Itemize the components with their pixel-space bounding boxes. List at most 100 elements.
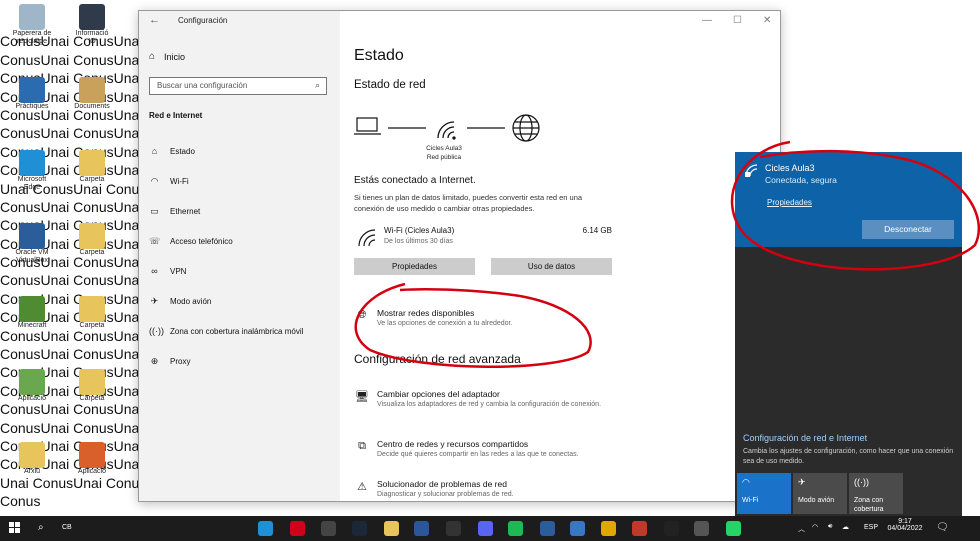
data-usage-button[interactable]: Uso de datos xyxy=(491,258,612,275)
desktop-icon[interactable]: Carpeta xyxy=(72,369,112,409)
epic-games-icon[interactable] xyxy=(446,521,461,536)
file-explorer-icon[interactable] xyxy=(384,521,399,536)
connected-heading: Estás conectado a Internet. xyxy=(354,175,476,186)
airplane-mode-tile[interactable]: ✈︎ Modo avión xyxy=(793,473,847,514)
language-indicator[interactable]: ESP xyxy=(864,524,878,531)
desktop-icon[interactable]: Informació IO xyxy=(72,4,112,45)
airplane-icon: ✈︎ xyxy=(798,477,806,487)
sidebar-item-estado[interactable]: ⌂ Estado xyxy=(149,144,339,158)
maximize-icon[interactable]: ☐ xyxy=(733,15,742,26)
flyout-network-status: Conectada, segura xyxy=(765,175,837,185)
desktop-icon[interactable]: Carpeta xyxy=(72,150,112,190)
wifi-icon xyxy=(437,121,456,140)
sidebar-item-proxy[interactable]: ⊕ Proxy xyxy=(149,354,339,368)
wifi-tile[interactable]: ◠ Wi-Fi xyxy=(737,473,791,514)
sidebar-item-wi-fi[interactable]: ◠ Wi-Fi xyxy=(149,174,339,188)
tray-volume-icon[interactable]: 🔊︎ xyxy=(828,523,832,531)
app-icon[interactable] xyxy=(570,521,585,536)
desktop-icon[interactable]: Documents xyxy=(72,77,112,117)
edge-icon[interactable] xyxy=(258,521,273,536)
globe-icon: ⊕ xyxy=(150,355,159,366)
sidebar-item-vpn[interactable]: ∞ VPN xyxy=(149,264,339,278)
clock-date: 04/04/2022 xyxy=(887,525,923,532)
flyout-properties-link[interactable]: Propiedades xyxy=(767,198,812,207)
desktop-icon[interactable]: Arxiu xyxy=(12,442,52,482)
capcut-icon[interactable] xyxy=(664,521,679,536)
desktop-icon-label: Oracle VM VirtualBox xyxy=(15,249,49,264)
desktop-icon[interactable]: Paperera de reciclatge xyxy=(12,4,52,45)
desktop-icon[interactable]: Oracle VM VirtualBox xyxy=(12,223,52,264)
desktop-icon-label: Minecraft xyxy=(17,322,47,329)
sidebar-item-label: VPN xyxy=(170,266,187,276)
adapter-options-link[interactable]: 🖥︎ Cambiar opciones del adaptador Visual… xyxy=(354,389,624,423)
network-name: Cicles Aula3 xyxy=(426,145,462,152)
connected-network-panel[interactable]: Cicles Aula3 Conectada, segura Propiedad… xyxy=(735,152,962,247)
ethernet-icon: ▭ xyxy=(150,205,159,216)
search-placeholder: Buscar una configuración xyxy=(157,81,248,90)
tray-chevron-icon[interactable]: ︿ xyxy=(798,524,805,534)
sidebar-item-acceso-telef-nico[interactable]: ☏ Acceso telefónico xyxy=(149,234,339,248)
settings-window: ← Configuración ⌂ Inicio Buscar una conf… xyxy=(138,10,781,502)
desktop-icon[interactable]: Carpeta xyxy=(72,296,112,336)
windows-start-icon[interactable] xyxy=(9,522,21,534)
sidebar-item-modo-avi-n[interactable]: ✈︎ Modo avión xyxy=(149,294,339,308)
adapter-desc: Visualiza los adaptadores de red y cambi… xyxy=(377,401,602,408)
center-title: Centro de redes y recursos compartidos xyxy=(377,439,529,449)
tray-onedrive-icon[interactable]: ☁︎ xyxy=(842,523,849,531)
desktop-icon-label: Aplicació xyxy=(17,395,46,402)
adapter-title: Cambiar opciones del adaptador xyxy=(377,389,500,399)
network-status-heading: Estado de red xyxy=(354,79,426,91)
desktop-icon-image xyxy=(79,4,105,30)
center-desc: Decide qué quieres compartir en las rede… xyxy=(377,451,579,458)
whatsapp-icon[interactable] xyxy=(726,521,741,536)
hotspot-tile-label: Zona con cobertura xyxy=(854,497,884,513)
minimize-icon[interactable]: — xyxy=(702,15,712,26)
properties-button[interactable]: Propiedades xyxy=(354,258,475,275)
search-input[interactable]: Buscar una configuración ⌕ xyxy=(149,77,327,95)
desktop-icon[interactable]: Minecraft xyxy=(12,296,52,336)
desktop-icon[interactable]: Microsoft Edge xyxy=(12,150,52,191)
hotspot-tile[interactable]: ((·)) Zona con cobertura xyxy=(849,473,903,514)
globe-icon: 🌐︎ xyxy=(357,309,367,321)
spotify-icon[interactable] xyxy=(508,521,523,536)
desktop-icon[interactable]: Carpeta xyxy=(72,223,112,263)
troubleshooter-link[interactable]: ⚠︎ Solucionador de problemas de red Diag… xyxy=(354,479,624,501)
home-link[interactable]: ⌂ Inicio xyxy=(149,51,185,62)
network-center-link[interactable]: ⧉ Centro de redes y recursos compartidos… xyxy=(354,439,624,465)
sidebar-item-ethernet[interactable]: ▭ Ethernet xyxy=(149,204,339,218)
opera-icon[interactable] xyxy=(290,521,305,536)
desktop-icon[interactable]: Aplicació xyxy=(12,369,52,409)
taskbar-search-text[interactable]: CB xyxy=(62,524,72,531)
desktop-icon-image xyxy=(79,223,105,249)
settings-sidebar: ← Configuración ⌂ Inicio Buscar una conf… xyxy=(139,11,340,501)
sidebar-item-label: Acceso telefónico xyxy=(170,236,233,246)
settings-icon[interactable] xyxy=(694,521,709,536)
clock[interactable]: 9:17 04/04/2022 xyxy=(884,518,926,532)
desktop-icon[interactable]: Aplicació xyxy=(72,442,112,482)
search-icon[interactable]: ⌕ xyxy=(38,522,44,533)
steam-icon[interactable] xyxy=(352,521,367,536)
network-flyout: Cicles Aula3 Conectada, segura Propiedad… xyxy=(735,152,962,516)
desktop-icon-image xyxy=(79,442,105,468)
discord-icon[interactable] xyxy=(478,521,493,536)
tray-wifi-icon[interactable]: ◠ xyxy=(812,523,818,531)
disconnect-button[interactable]: Desconectar xyxy=(862,220,954,239)
word-icon[interactable] xyxy=(414,521,429,536)
connected-description: Si tienes un plan de datos limitado, pue… xyxy=(354,193,583,213)
network-settings-link[interactable]: Configuración de red e Internet xyxy=(743,433,867,443)
network-share-icon: ⧉ xyxy=(358,440,366,452)
wifi-icon: ◠ xyxy=(742,477,750,487)
close-icon[interactable]: ✕ xyxy=(763,15,771,26)
chrome-icon[interactable] xyxy=(601,521,616,536)
sidebar-item-zona-con-cobertura-inal-mbrica-m-vil[interactable]: ((·)) Zona con cobertura inalámbrica móvi… xyxy=(149,324,339,338)
app-red-icon[interactable] xyxy=(632,521,647,536)
vpn-icon: ∞ xyxy=(151,266,158,276)
wifi-icon xyxy=(358,229,376,247)
virtualbox-icon[interactable] xyxy=(540,521,555,536)
unity-icon[interactable] xyxy=(321,521,336,536)
desktop-icon[interactable]: Pràctiques xyxy=(12,77,52,117)
show-networks-link[interactable]: 🌐︎ Mostrar redes disponibles Ve las opci… xyxy=(354,308,624,334)
desktop-icon-image xyxy=(79,296,105,322)
desktop-icon-label: Microsoft Edge xyxy=(17,176,47,191)
notifications-icon[interactable]: 🗨︎ xyxy=(936,522,949,533)
